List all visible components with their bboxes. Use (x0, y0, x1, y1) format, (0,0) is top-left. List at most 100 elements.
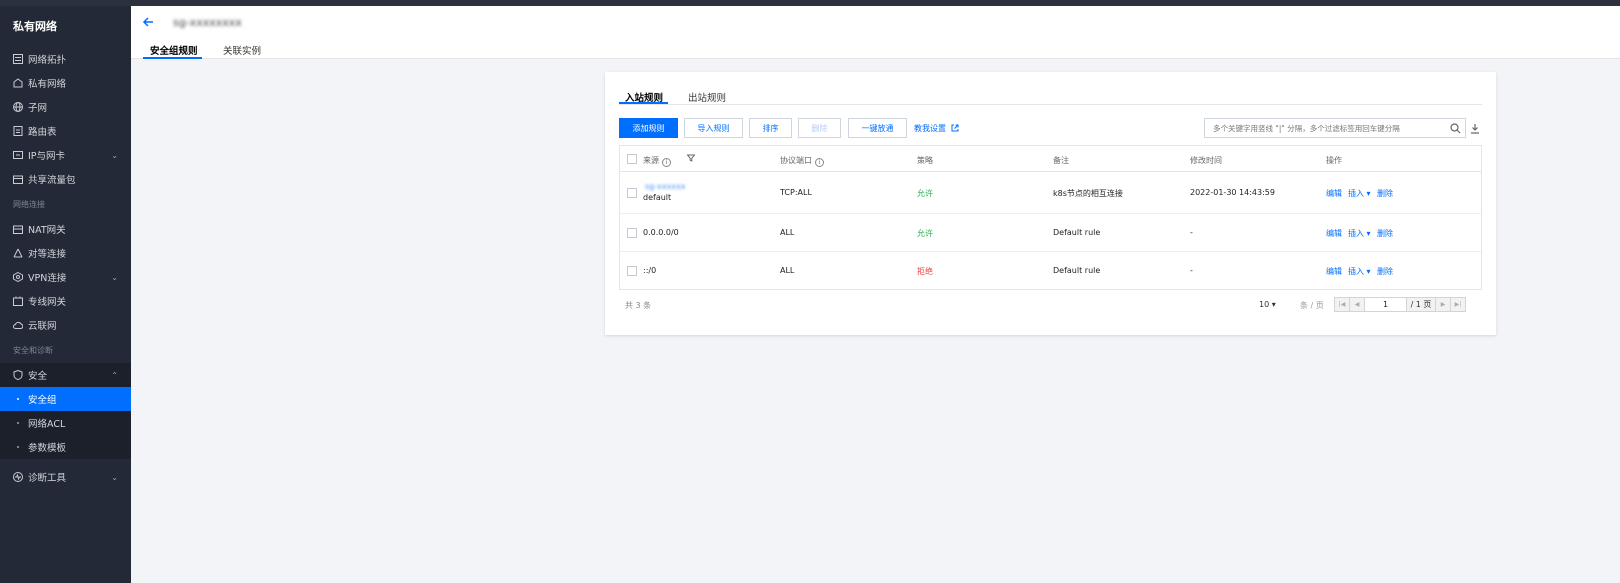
total-count: 共 3 条 (625, 301, 652, 310)
tab-outbound-rules[interactable]: 出站规则 (688, 90, 726, 104)
column-policy: 策略 (917, 156, 933, 165)
sidebar-item-security[interactable]: 安全 ⌃ (0, 363, 131, 387)
caret-down-icon: ▾ (1366, 229, 1371, 238)
globe-icon (13, 102, 23, 112)
remark-cell: Default rule (1053, 228, 1101, 237)
policy-cell: 允许 (917, 189, 933, 198)
vpn-icon (13, 271, 23, 283)
chevron-down-icon: ⌄ (111, 150, 118, 160)
sidebar-section-security: 安全和诊断 (13, 346, 53, 355)
next-page-icon[interactable]: ▶ (1435, 297, 1451, 312)
remark-cell: k8s节点的相互连接 (1053, 189, 1123, 198)
source-cell: ::/0 (643, 266, 657, 275)
row-checkbox[interactable] (627, 228, 637, 238)
page-title: sg-xxxxxxxx (173, 16, 242, 29)
edit-link[interactable]: 编辑 (1326, 228, 1342, 239)
sidebar-item-route-table[interactable]: 路由表 (0, 119, 131, 143)
delete-link[interactable]: 删除 (1377, 188, 1393, 199)
last-page-icon[interactable]: ▶| (1450, 297, 1466, 312)
sidebar-item-network-acl[interactable]: 网络ACL (0, 411, 131, 435)
sidebar-item-vpn[interactable]: VPN连接 ⌄ (0, 265, 131, 289)
insert-dropdown[interactable]: 插入 ▾ (1348, 188, 1371, 199)
search-input[interactable] (1204, 118, 1466, 138)
caret-down-icon: ▾ (1271, 300, 1276, 309)
back-arrow-icon[interactable] (141, 15, 155, 29)
open-all-button[interactable]: 一键放通 (848, 118, 907, 138)
external-link-icon (951, 124, 959, 132)
page-total: / 1 页 (1406, 297, 1436, 312)
document-icon (13, 126, 23, 136)
sidebar-item-ip-nic[interactable]: IP与网卡 ⌄ (0, 143, 131, 167)
page-input[interactable]: 1 (1364, 297, 1407, 312)
sidebar-item-peering[interactable]: 对等连接 (0, 241, 131, 265)
delete-button[interactable]: 删除 (798, 118, 841, 138)
protocol-port-cell: ALL (780, 228, 795, 237)
prev-page-icon[interactable]: ◀ (1349, 297, 1365, 312)
insert-dropdown[interactable]: 插入 ▾ (1348, 228, 1371, 239)
source-link[interactable]: sg-xxxxxx (645, 182, 686, 191)
remark-cell: Default rule (1053, 266, 1101, 275)
cloud-icon (13, 320, 24, 330)
edit-link[interactable]: 编辑 (1326, 188, 1342, 199)
divider (619, 104, 1482, 105)
sidebar-item-topology[interactable]: 网络拓扑 (0, 47, 131, 71)
sidebar-item-nat[interactable]: NAT网关 (0, 217, 131, 241)
rules-card: 入站规则 出站规则 添加规则 导入规则 排序 删除 一键放通 教我设置 来源i … (605, 72, 1496, 335)
sidebar-item-shared-traffic[interactable]: 共享流量包 (0, 167, 131, 191)
select-all-checkbox[interactable] (627, 154, 637, 164)
tab-security-group-rules[interactable]: 安全组规则 (150, 43, 198, 57)
sidebar-item-vpc[interactable]: 私有网络 (0, 71, 131, 95)
sidebar: 私有网络 网络拓扑 私有网络 子网 路由表 IP与网卡 ⌄ 共享流量包 网络连接… (0, 6, 131, 583)
delete-link[interactable]: 删除 (1377, 266, 1393, 277)
sort-button[interactable]: 排序 (749, 118, 792, 138)
table-row: sg-xxxxxx default TCP:ALL 允许 k8s节点的相互连接 … (620, 172, 1481, 214)
caret-down-icon: ▾ (1366, 189, 1371, 198)
page-size-select[interactable]: 10 ▾ (1259, 300, 1276, 309)
sidebar-item-security-group[interactable]: 安全组 (0, 387, 131, 411)
column-actions: 操作 (1326, 156, 1342, 165)
vpc-icon (13, 78, 23, 88)
column-modified: 修改时间 (1190, 156, 1222, 165)
policy-cell: 允许 (917, 229, 933, 238)
page-size-unit: 条 / 页 (1300, 301, 1324, 310)
tab-associated-instances[interactable]: 关联实例 (223, 43, 261, 57)
add-rule-button[interactable]: 添加规则 (619, 118, 678, 138)
teach-me-link[interactable]: 教我设置 (914, 123, 959, 134)
delete-link[interactable]: 删除 (1377, 228, 1393, 239)
edit-link[interactable]: 编辑 (1326, 266, 1342, 277)
tab-underline (143, 57, 202, 59)
row-checkbox[interactable] (627, 266, 637, 276)
chevron-down-icon: ⌄ (111, 472, 118, 482)
bullet-icon (17, 422, 19, 424)
import-rule-button[interactable]: 导入规则 (684, 118, 743, 138)
filter-icon[interactable] (686, 154, 696, 164)
first-page-icon[interactable]: |◀ (1334, 297, 1350, 312)
search-icon[interactable] (1450, 123, 1461, 134)
table-header: 来源 i 协议端口 i 策略 备注 修改时间 操作 (620, 146, 1481, 172)
bullet-icon (17, 398, 19, 400)
row-checkbox[interactable] (627, 188, 637, 198)
chevron-up-icon: ⌃ (111, 370, 118, 380)
sidebar-section-network: 网络连接 (13, 200, 45, 209)
sidebar-item-subnet[interactable]: 子网 (0, 95, 131, 119)
sidebar-item-param-template[interactable]: 参数模板 (0, 435, 131, 459)
nic-icon (13, 150, 23, 160)
policy-cell: 拒绝 (917, 267, 933, 276)
sidebar-item-diagnose[interactable]: 诊断工具 ⌄ (0, 465, 131, 489)
modified-cell: - (1190, 228, 1193, 237)
insert-dropdown[interactable]: 插入 ▾ (1348, 266, 1371, 277)
sidebar-item-dc-gateway[interactable]: 专线网关 (0, 289, 131, 313)
chevron-down-icon: ⌄ (111, 272, 118, 282)
source-cell: 0.0.0.0/0 (643, 228, 679, 237)
sidebar-item-ccn[interactable]: 云联网 (0, 313, 131, 337)
bullet-icon (17, 446, 19, 448)
column-remark: 备注 (1053, 156, 1069, 165)
column-source: 来源 i (643, 155, 671, 167)
rules-table: 来源 i 协议端口 i 策略 备注 修改时间 操作 sg-xxxxxx defaul… (619, 145, 1482, 290)
nat-gateway-icon (13, 224, 23, 234)
download-icon[interactable] (1470, 123, 1480, 134)
info-icon[interactable]: i (662, 158, 671, 167)
info-icon[interactable]: i (815, 158, 824, 167)
caret-down-icon: ▾ (1366, 267, 1371, 276)
shield-icon (13, 369, 23, 381)
